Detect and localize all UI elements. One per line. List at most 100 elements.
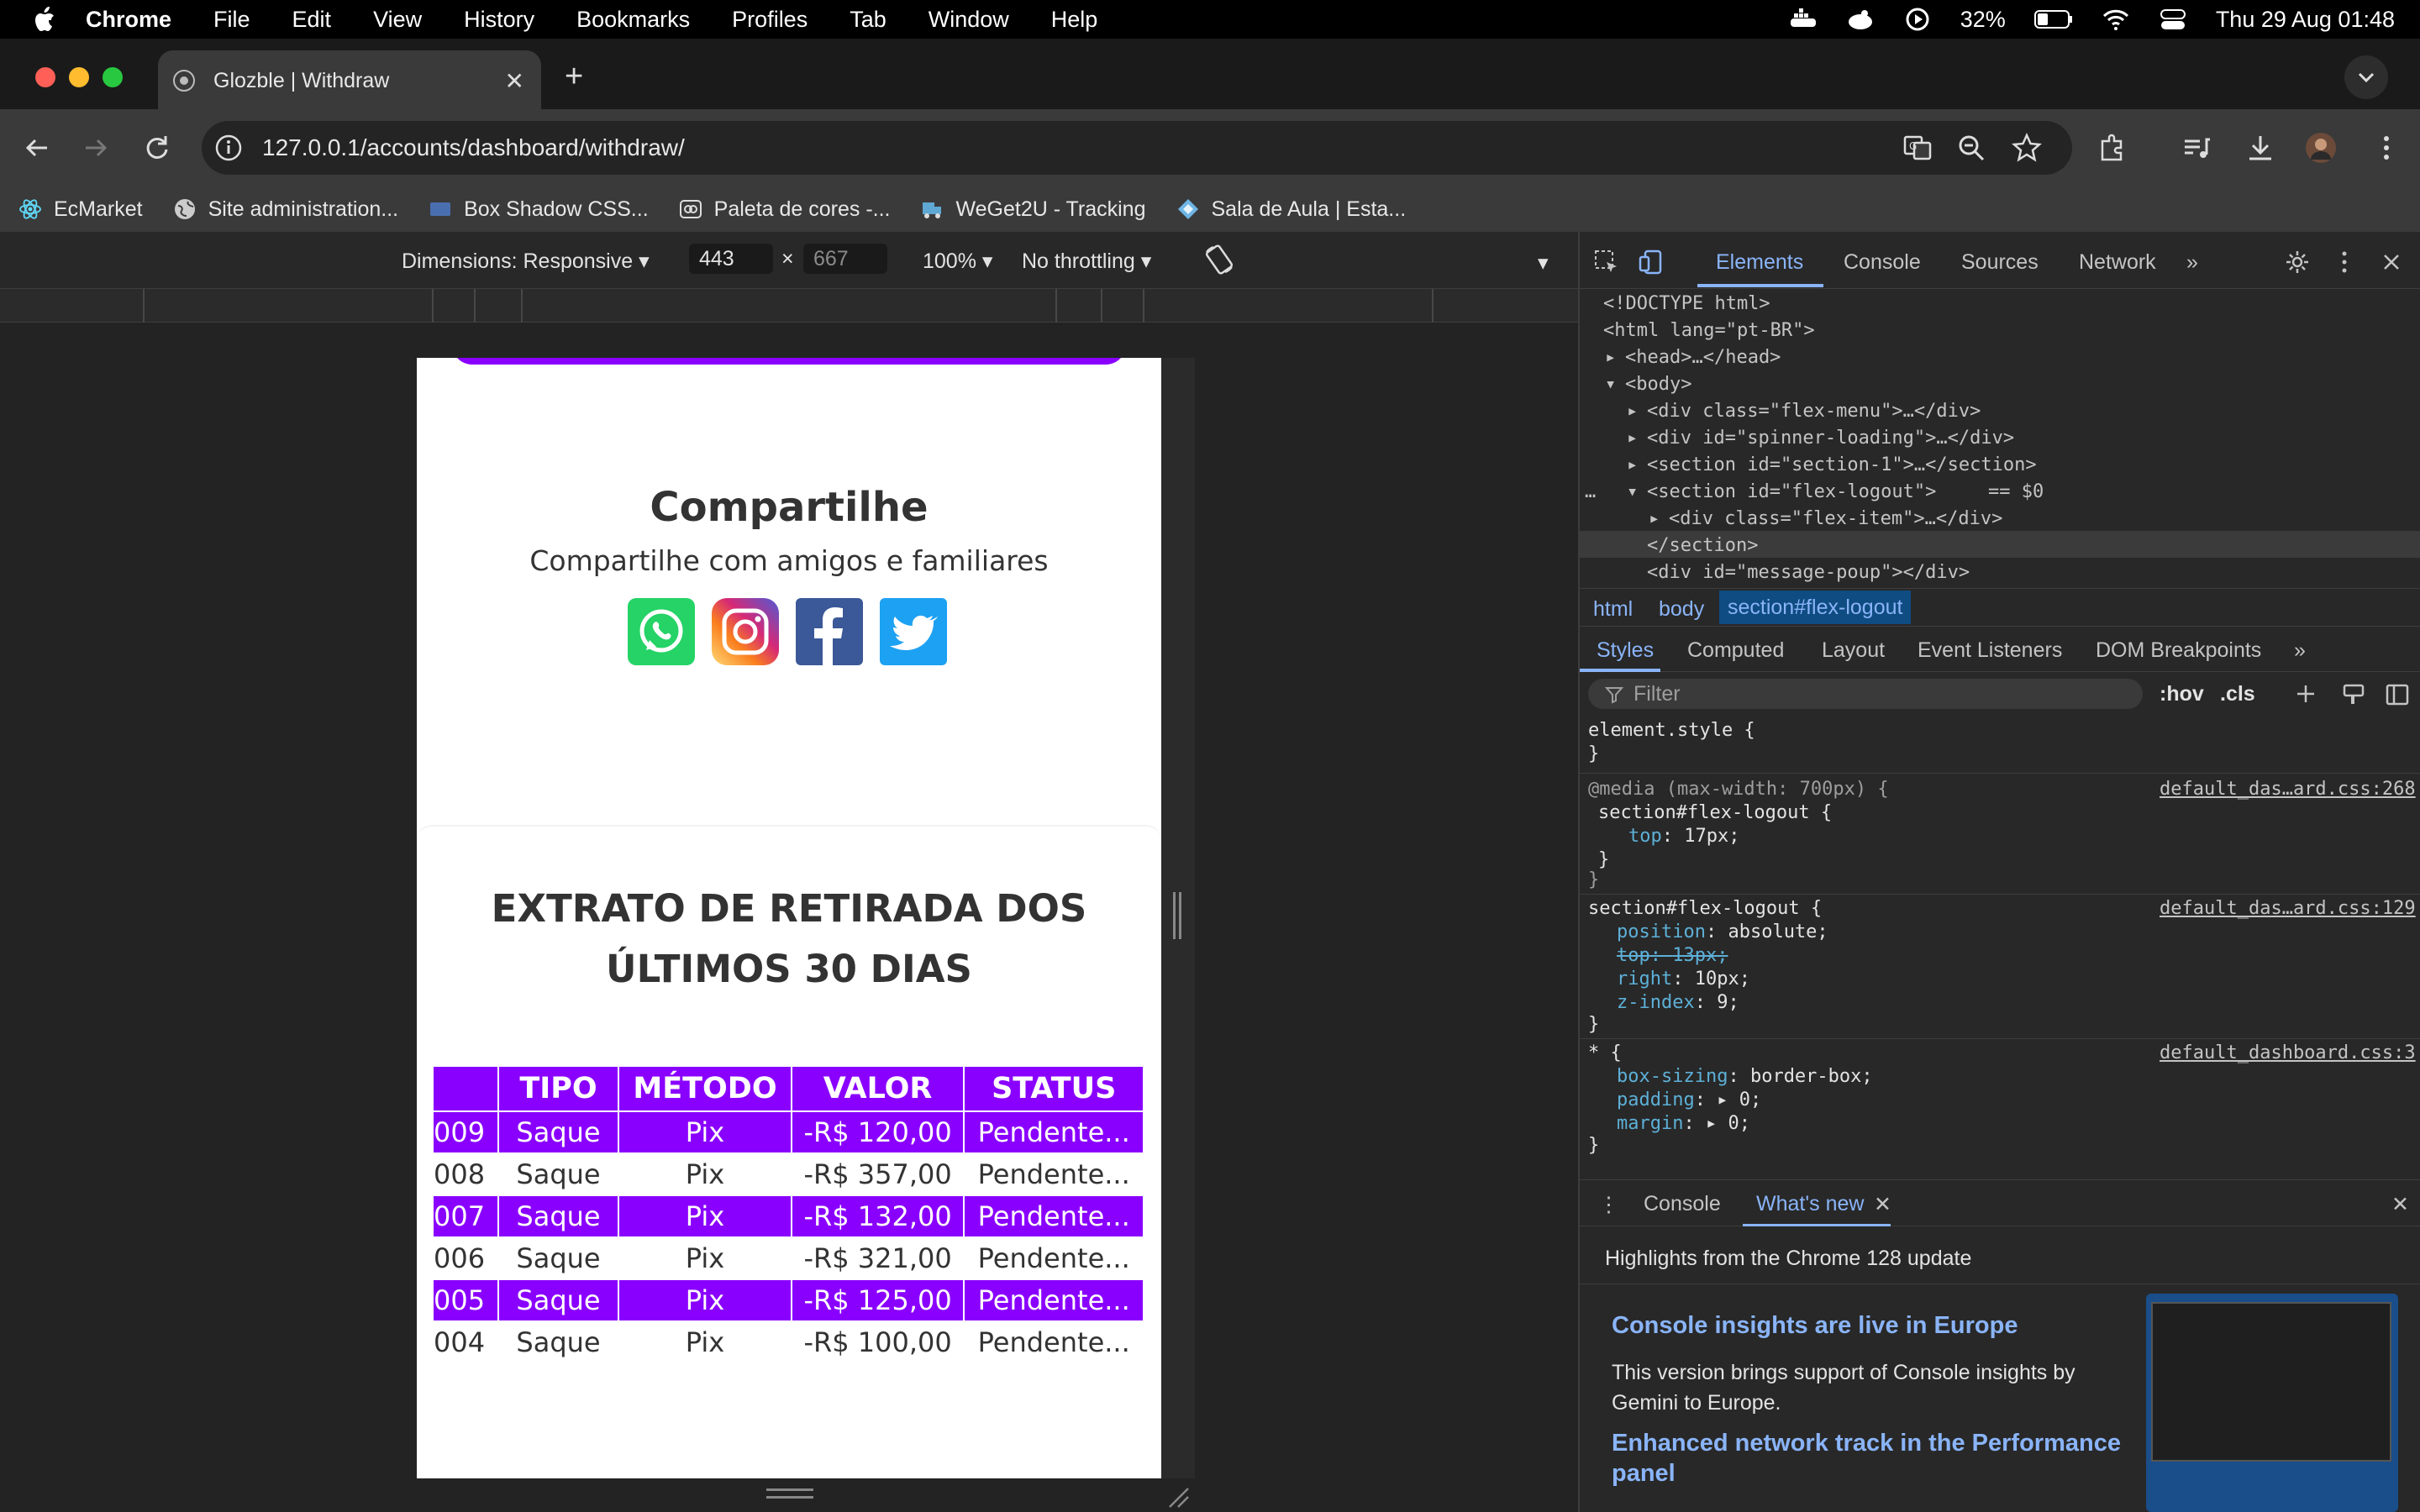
- reload-icon[interactable]: [141, 133, 171, 163]
- battery-icon[interactable]: [2033, 7, 2073, 32]
- wifi-icon[interactable]: [2102, 7, 2130, 32]
- window-minimize-button[interactable]: [69, 67, 89, 87]
- bookmark-ecmarket[interactable]: EcMarket: [18, 197, 143, 222]
- facebook-icon[interactable]: [796, 598, 863, 665]
- tab-close-icon[interactable]: ✕: [505, 67, 524, 95]
- throttling-dropdown[interactable]: No throttling ▾: [1022, 249, 1151, 274]
- more-tabs-chevron-icon[interactable]: »: [2186, 250, 2198, 275]
- rule-selector[interactable]: section#flex-logout {: [1588, 897, 1822, 921]
- docker-icon[interactable]: [1789, 7, 1818, 32]
- css-property-overridden[interactable]: top: 13px;: [1617, 944, 1728, 968]
- instagram-icon[interactable]: [712, 598, 779, 665]
- drawer-tab-close-icon[interactable]: ✕: [1874, 1192, 1891, 1217]
- menu-bookmarks[interactable]: Bookmarks: [576, 7, 690, 33]
- dom-spinner-node[interactable]: <div id="spinner-loading">…</div>: [1647, 425, 2014, 452]
- viewport-resize-corner-icon[interactable]: [1166, 1485, 1190, 1509]
- menu-view[interactable]: View: [373, 7, 422, 33]
- breadcrumb-html[interactable]: html: [1593, 597, 1633, 622]
- device-toolbar-more-icon[interactable]: ▾: [1538, 250, 1549, 276]
- element-style-selector[interactable]: element.style {: [1588, 719, 1755, 743]
- menu-help[interactable]: Help: [1051, 7, 1098, 33]
- tab-search-button[interactable]: [2344, 55, 2388, 99]
- dom-expand-arrow-icon[interactable]: ▸: [1605, 344, 1616, 371]
- subtab-layout[interactable]: Layout: [1822, 638, 1885, 663]
- extensions-icon[interactable]: [2097, 133, 2128, 163]
- media-rule-selector[interactable]: section#flex-logout {: [1598, 801, 1832, 825]
- media-query[interactable]: @media (max-width: 700px) {: [1588, 778, 1889, 801]
- zoom-icon[interactable]: [1956, 133, 1986, 163]
- bookmark-paleta[interactable]: Paleta de cores -...: [679, 197, 890, 222]
- styles-filter-input[interactable]: Filter: [1588, 679, 2143, 709]
- universal-selector[interactable]: * {: [1588, 1042, 1622, 1065]
- more-subtabs-chevron-icon[interactable]: »: [2294, 638, 2306, 663]
- media-query-ruler[interactable]: [0, 289, 1578, 323]
- dom-section1-node[interactable]: <section id="section-1">…</section>: [1647, 452, 2037, 479]
- devtools-tab-elements[interactable]: Elements: [1716, 250, 1803, 275]
- menubar-clock[interactable]: Thu 29 Aug 01:48: [2216, 7, 2395, 33]
- zoom-dropdown[interactable]: 100% ▾: [923, 249, 992, 274]
- settings-gear-icon[interactable]: [2284, 249, 2311, 276]
- new-tab-button[interactable]: +: [565, 59, 583, 95]
- twitter-icon[interactable]: [880, 598, 947, 665]
- dom-expand-arrow-icon[interactable]: ▸: [1627, 398, 1638, 425]
- drawer-menu-kebab-icon[interactable]: ⋮: [1598, 1192, 1619, 1217]
- css-property-line[interactable]: padding: ▸ 0;: [1617, 1089, 1761, 1112]
- dom-flex-menu-node[interactable]: <div class="flex-menu">…</div>: [1647, 398, 1981, 425]
- back-arrow-icon[interactable]: [22, 133, 52, 163]
- menu-tab[interactable]: Tab: [850, 7, 886, 33]
- subtab-styles[interactable]: Styles: [1597, 638, 1654, 663]
- browser-tab-active[interactable]: Glozble | Withdraw ✕: [158, 50, 541, 111]
- apple-menu-icon[interactable]: [34, 7, 55, 32]
- css-source-link[interactable]: default_dashboard.css:3: [2160, 1042, 2416, 1065]
- whats-new-video-thumbnail[interactable]: [2146, 1294, 2398, 1512]
- rotate-device-icon[interactable]: [1203, 244, 1235, 276]
- css-property-line[interactable]: right: 10px;: [1617, 968, 1750, 991]
- breadcrumb-section-flex-logout[interactable]: section#flex-logout: [1719, 591, 1912, 624]
- drawer-tab-console[interactable]: Console: [1644, 1192, 1721, 1216]
- site-info-icon[interactable]: [213, 133, 244, 163]
- breadcrumb-body[interactable]: body: [1659, 597, 1704, 622]
- css-property-line[interactable]: margin: ▸ 0;: [1617, 1112, 1750, 1136]
- devtools-kebab-icon[interactable]: [2331, 249, 2358, 276]
- dom-flex-item-node[interactable]: <div class="flex-item">…</div>: [1669, 506, 2002, 533]
- color-format-icon[interactable]: [2341, 682, 2366, 707]
- bookmark-star-icon[interactable]: [2012, 133, 2042, 163]
- dom-doctype[interactable]: <!DOCTYPE html>: [1603, 291, 1770, 318]
- css-source-link[interactable]: default_das…ard.css:268: [2160, 778, 2416, 801]
- download-icon[interactable]: [2245, 133, 2275, 163]
- bookmark-box-shadow[interactable]: Box Shadow CSS...: [429, 197, 649, 222]
- dom-ellipsis-icon[interactable]: …: [1585, 479, 1596, 506]
- inspect-element-icon[interactable]: [1593, 249, 1620, 276]
- toggle-sidebar-icon[interactable]: [2385, 682, 2410, 707]
- dom-message-node[interactable]: <div id="message-poup"></div>: [1647, 559, 1970, 586]
- forward-arrow-icon[interactable]: [81, 133, 111, 163]
- menu-edit[interactable]: Edit: [292, 7, 332, 33]
- address-bar[interactable]: 127.0.0.1/accounts/dashboard/withdraw/: [202, 121, 2072, 175]
- window-zoom-button[interactable]: [103, 67, 123, 87]
- css-property-line[interactable]: top: 17px;: [1628, 825, 1739, 848]
- css-property-line[interactable]: position: absolute;: [1617, 921, 1828, 944]
- devtools-tab-sources[interactable]: Sources: [1961, 250, 2039, 275]
- height-input[interactable]: 667: [803, 244, 887, 274]
- dom-expand-arrow-icon[interactable]: ▸: [1627, 452, 1638, 479]
- window-close-button[interactable]: [35, 67, 55, 87]
- hover-state-toggle[interactable]: :hov: [2160, 682, 2204, 706]
- menu-app-name[interactable]: Chrome: [86, 7, 171, 33]
- dom-collapse-arrow-icon[interactable]: ▾: [1605, 371, 1616, 398]
- whatsapp-icon[interactable]: [628, 598, 695, 665]
- drawer-tab-whats-new[interactable]: What's new: [1756, 1192, 1864, 1216]
- menu-history[interactable]: History: [464, 7, 534, 33]
- width-input[interactable]: 443: [689, 244, 773, 274]
- dom-section-close[interactable]: </section>: [1647, 533, 1758, 559]
- css-property-line[interactable]: box-sizing: border-box;: [1617, 1065, 1873, 1089]
- bookmark-site-admin[interactable]: Site administration...: [173, 197, 398, 222]
- viewport-resize-handle-bottom[interactable]: [766, 1488, 813, 1499]
- new-style-rule-icon[interactable]: [2294, 682, 2319, 707]
- whats-new-link-console-insights[interactable]: Console insights are live in Europe: [1612, 1312, 2018, 1340]
- dom-section-logout-node[interactable]: <section id="flex-logout">: [1647, 479, 1936, 506]
- dom-expand-arrow-icon[interactable]: ▸: [1627, 425, 1638, 452]
- dom-collapse-arrow-icon[interactable]: ▾: [1627, 479, 1638, 506]
- translate-icon[interactable]: G: [1902, 133, 1933, 163]
- play-circle-icon[interactable]: [1903, 7, 1932, 32]
- dimensions-dropdown[interactable]: Dimensions: Responsive ▾: [402, 249, 650, 274]
